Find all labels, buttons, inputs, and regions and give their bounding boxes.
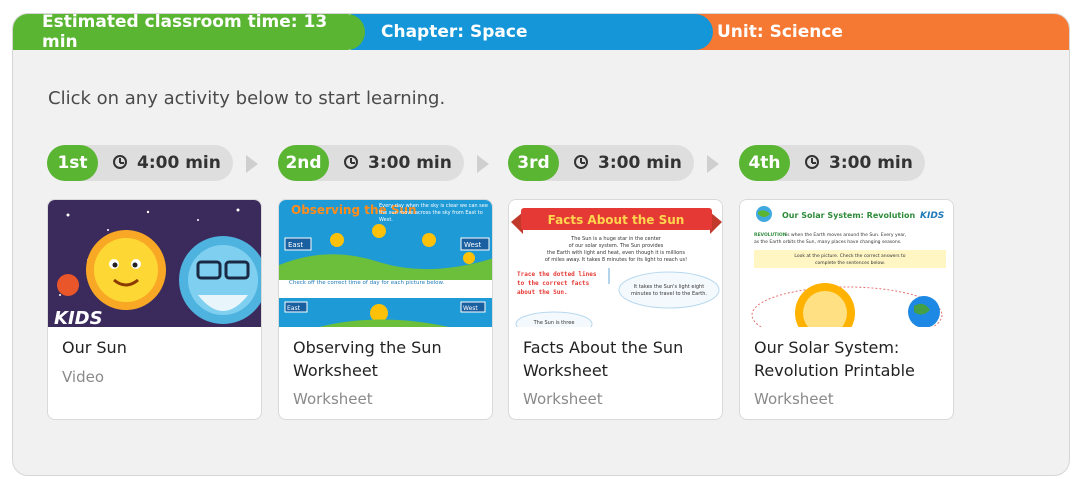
classroom-time-label: Estimated classroom time: 13 min xyxy=(42,13,328,52)
step-4: 4th 3:00 min xyxy=(739,145,925,181)
activity-title: Our Solar System: Revolution Printable xyxy=(754,338,915,380)
chevron-right-icon xyxy=(707,155,719,173)
step-time: 3:00 min xyxy=(598,153,682,173)
cloud-text: It takes the Sun's light eight xyxy=(634,284,704,290)
step-time: 3:00 min xyxy=(368,153,452,173)
worksheet-heading: Our Solar System: Revolution xyxy=(782,211,915,220)
worksheet-bold-term: REVOLUTION xyxy=(754,232,787,238)
step-1: 1st 4:00 min xyxy=(47,145,233,181)
trace-instruction: to the correct facts xyxy=(517,280,590,287)
activity-card-solar-system-revolution[interactable]: Our Solar System: Revolution KIDS REVOLU… xyxy=(739,199,954,420)
clock-icon xyxy=(805,155,819,169)
step-2: 2nd 3:00 min xyxy=(278,145,464,181)
worksheet-text: Every day when the sky is clear we can s… xyxy=(379,203,488,223)
activity-type: Worksheet xyxy=(523,390,603,408)
worksheet-instruction: complete the sentences below. xyxy=(815,260,885,266)
activity-steps: 1st 4:00 min 2nd 3:00 min 3rd 3:00 min 4… xyxy=(47,145,1047,181)
west-label: West xyxy=(463,305,478,312)
step-time: 4:00 min xyxy=(137,153,221,173)
step-order: 4th xyxy=(739,145,790,181)
step-3: 3rd 3:00 min xyxy=(508,145,694,181)
chapter-label: Chapter: Space xyxy=(381,22,528,42)
video-thumbnail: KIDS xyxy=(48,200,261,327)
worksheet-thumbnail: Facts About the Sun The Sun is a huge st… xyxy=(509,200,722,327)
activity-title: Facts About the Sun Worksheet xyxy=(523,338,684,380)
lesson-info-bar: Estimated classroom time: 13 min Chapter… xyxy=(13,13,1069,52)
step-time: 3:00 min xyxy=(829,153,913,173)
east-label: East xyxy=(288,241,303,249)
activity-card-observing-the-sun[interactable]: Observing the Sun Every day when the sky… xyxy=(278,199,493,420)
trace-instruction: about the Sun. xyxy=(517,289,568,296)
worksheet-thumbnail: Observing the Sun Every day when the sky… xyxy=(279,200,492,327)
worksheet-text: is when the Earth moves around the Sun. … xyxy=(786,232,906,238)
worksheet-text: the Earth with light and heat, even thou… xyxy=(547,250,685,256)
cloud-text: minutes to travel to the Earth. xyxy=(631,291,707,297)
step-order: 2nd xyxy=(278,145,329,181)
worksheet-text: of our solar system. The Sun provides xyxy=(569,243,664,249)
worksheet-instruction: Look at the picture. Check the correct a… xyxy=(794,253,905,259)
chevron-right-icon xyxy=(477,155,489,173)
activity-type: Video xyxy=(62,368,105,386)
unit-label: Unit: Science xyxy=(717,22,843,42)
worksheet-heading: Facts About the Sun xyxy=(548,213,685,227)
cloud-text: The Sun is three xyxy=(533,320,575,326)
unit-badge[interactable]: Unit: Science xyxy=(688,14,1069,50)
activity-type: Worksheet xyxy=(293,390,373,408)
worksheet-text: The Sun is a huge star in the center xyxy=(570,236,662,242)
west-label: West xyxy=(464,241,481,249)
activity-title: Our Sun xyxy=(62,338,127,357)
sun-character xyxy=(86,230,166,310)
kids-logo: KIDS xyxy=(920,211,944,221)
worksheet-text: of miles away. It takes 8 minutes for it… xyxy=(545,257,687,263)
clock-icon xyxy=(113,155,127,169)
worksheet-instruction: Check off the correct time of day for ea… xyxy=(289,280,445,286)
classroom-time-badge: Estimated classroom time: 13 min xyxy=(13,13,365,52)
worksheet-text: as the Earth orbits the Sun, many places… xyxy=(754,239,902,245)
east-label: East xyxy=(287,305,301,312)
lesson-panel: Estimated classroom time: 13 min Chapter… xyxy=(12,13,1070,476)
step-order: 3rd xyxy=(508,145,559,181)
trace-instruction: Trace the dotted lines xyxy=(517,271,597,278)
activity-title: Observing the Sun Worksheet xyxy=(293,338,442,380)
activity-card-facts-about-the-sun[interactable]: Facts About the Sun The Sun is a huge st… xyxy=(508,199,723,420)
intro-text: Click on any activity below to start lea… xyxy=(48,88,446,109)
clock-icon xyxy=(574,155,588,169)
chapter-badge[interactable]: Chapter: Space xyxy=(351,14,713,50)
kids-logo: KIDS xyxy=(54,308,103,327)
activity-card-our-sun[interactable]: KIDS Our Sun Video xyxy=(47,199,262,420)
step-order: 1st xyxy=(47,145,98,181)
activity-type: Worksheet xyxy=(754,390,834,408)
chevron-right-icon xyxy=(246,155,258,173)
worksheet-thumbnail: Our Solar System: Revolution KIDS REVOLU… xyxy=(740,200,953,327)
clock-icon xyxy=(344,155,358,169)
